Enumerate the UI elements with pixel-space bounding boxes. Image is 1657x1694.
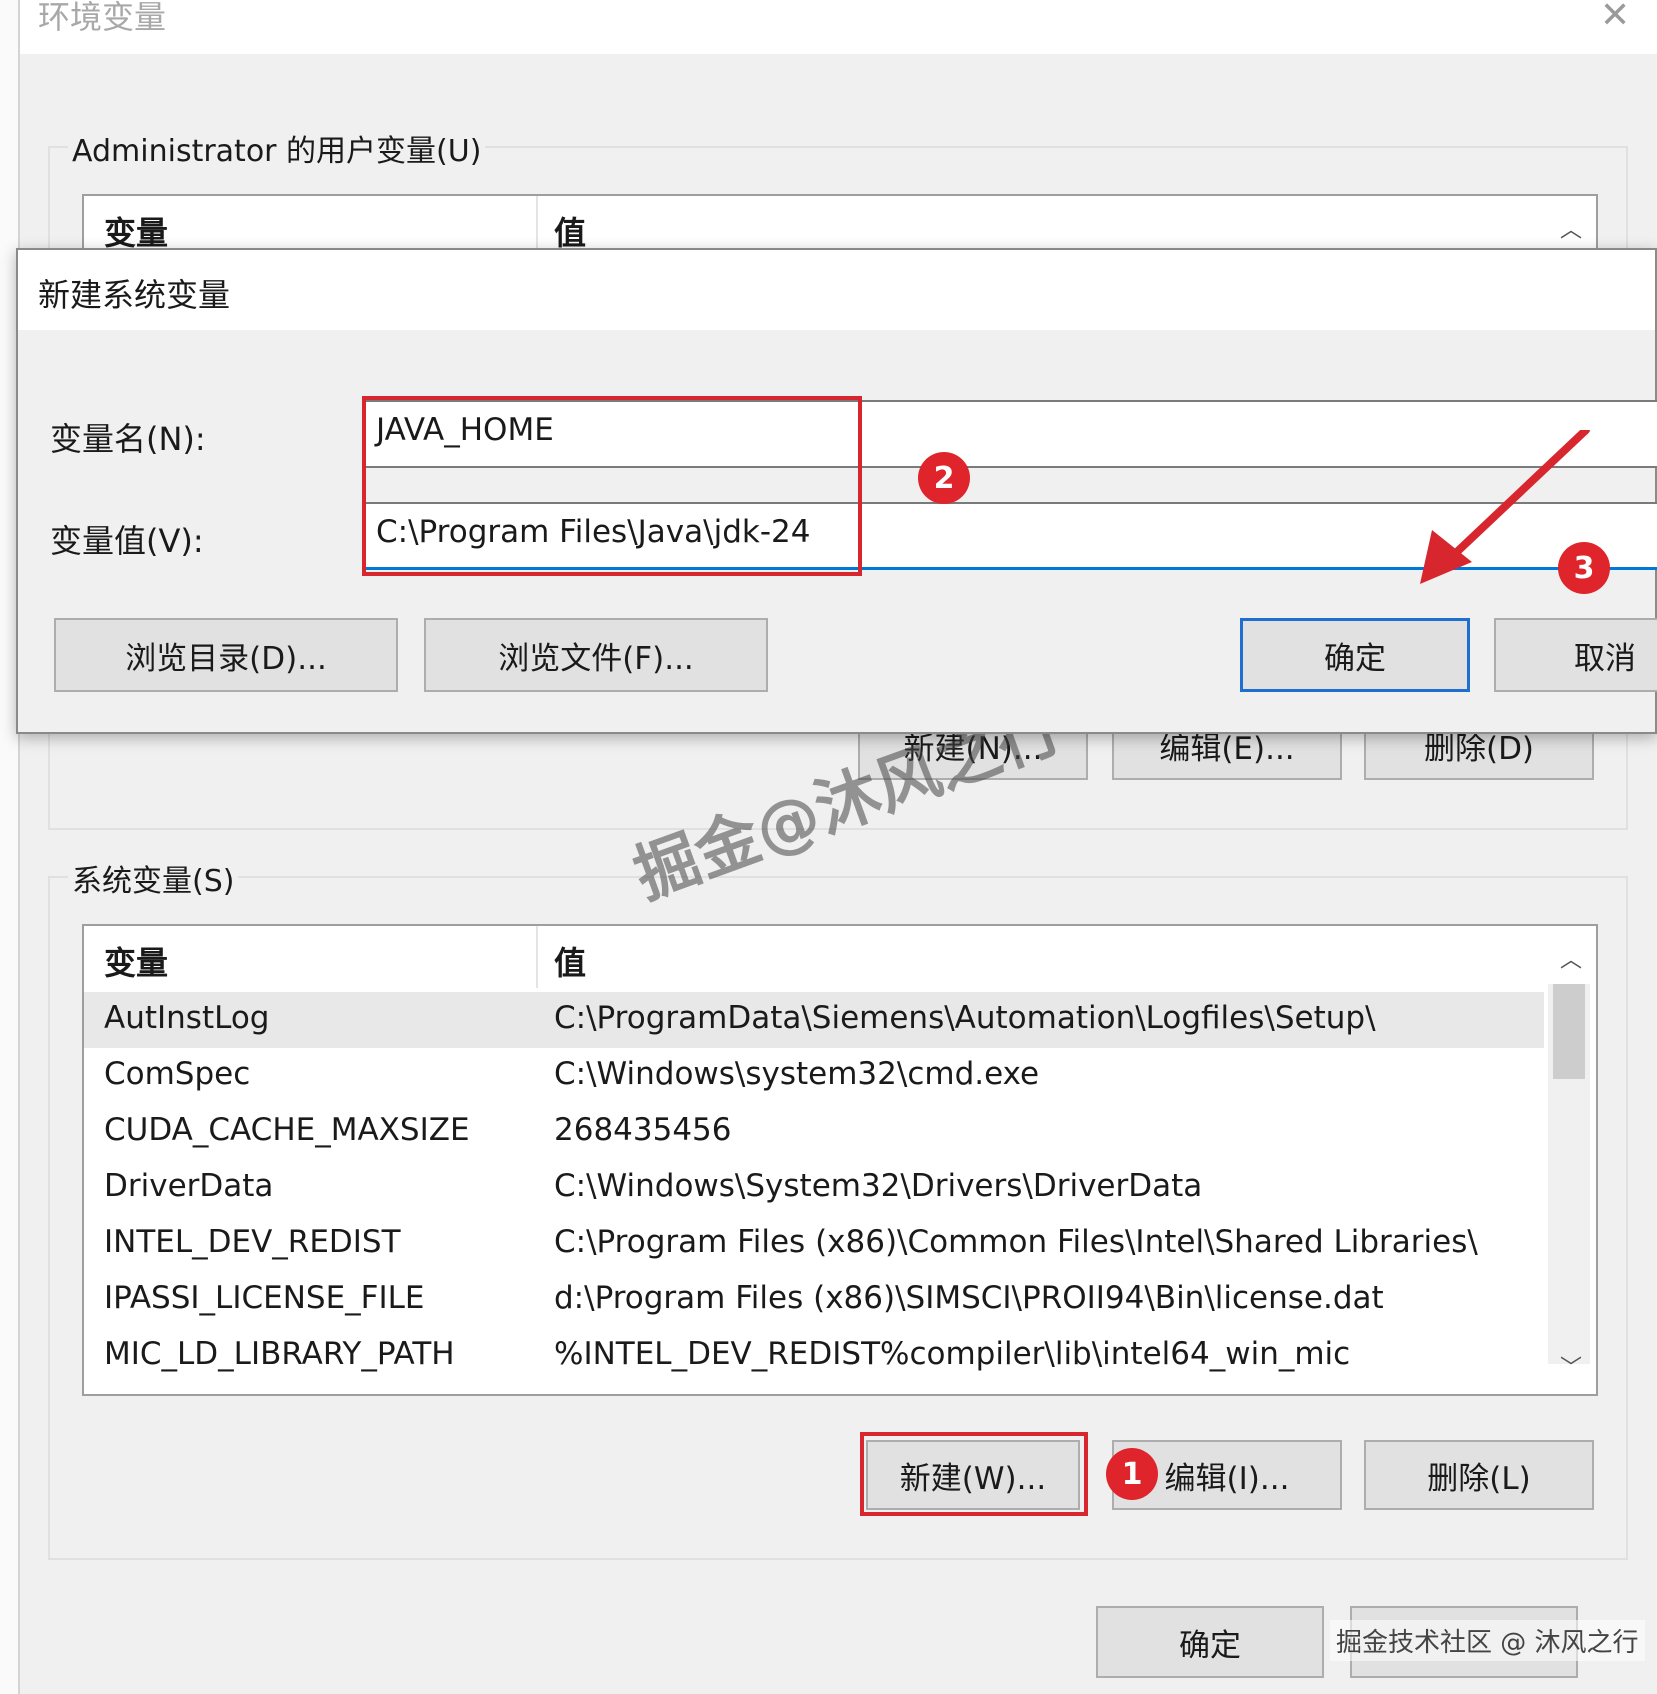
- close-icon[interactable]: ✕: [1600, 0, 1630, 34]
- step-badge-2: 2: [918, 452, 970, 504]
- step-badge-1: 1: [1106, 1448, 1158, 1500]
- table-row[interactable]: ComSpec C:\Windows\system32\cmd.exe: [84, 1048, 1544, 1104]
- highlight-box-new-button: [860, 1432, 1088, 1516]
- window-titlebar: [20, 0, 1657, 54]
- variable-value-label: 变量值(V):: [50, 522, 204, 560]
- browse-directory-button[interactable]: 浏览目录(D)...: [54, 618, 398, 692]
- system-variables-header: 变量 值: [84, 926, 1544, 988]
- step-badge-3: 3: [1558, 542, 1610, 594]
- user-variables-label: Administrator 的用户变量(U): [68, 126, 486, 170]
- browse-file-button[interactable]: 浏览文件(F)...: [424, 618, 768, 692]
- system-variables-label: 系统变量(S): [68, 856, 239, 900]
- scroll-up-icon[interactable]: ︿: [1560, 212, 1582, 244]
- variable-name-label: 变量名(N):: [50, 420, 206, 458]
- system-delete-button[interactable]: 删除(L): [1364, 1440, 1594, 1510]
- system-variables-list[interactable]: 变量 值 AutInstLog C:\ProgramData\Siemens\A…: [82, 924, 1598, 1396]
- new-system-variable-dialog: 新建系统变量 变量名(N): JAVA_HOME 变量值(V): C:\Prog…: [16, 248, 1657, 734]
- dialog-title: 新建系统变量: [38, 276, 231, 314]
- dialog-ok-button[interactable]: 确定: [1240, 618, 1470, 692]
- window-title: 环境变量: [38, 0, 167, 36]
- highlight-box-inputs: [362, 396, 862, 576]
- scroll-down-icon[interactable]: ﹀: [1560, 1350, 1582, 1382]
- table-row[interactable]: MIC_LD_LIBRARY_PATH %INTEL_DEV_REDIST%co…: [84, 1328, 1544, 1384]
- dialog-cancel-button[interactable]: 取消: [1494, 618, 1657, 692]
- table-row[interactable]: DriverData C:\Windows\System32\Drivers\D…: [84, 1160, 1544, 1216]
- column-header-value[interactable]: 值: [554, 938, 586, 984]
- dialog-titlebar: 新建系统变量: [18, 250, 1655, 330]
- table-row[interactable]: AutInstLog C:\ProgramData\Siemens\Automa…: [84, 992, 1544, 1048]
- table-row[interactable]: IPASSI_LICENSE_FILE d:\Program Files (x8…: [84, 1272, 1544, 1328]
- corner-watermark: 掘金技术社区 @ 沐风之行: [1330, 1620, 1645, 1661]
- scrollbar-thumb[interactable]: [1553, 984, 1585, 1079]
- table-row[interactable]: INTEL_DEV_REDIST C:\Program Files (x86)\…: [84, 1216, 1544, 1272]
- column-header-variable[interactable]: 变量: [104, 938, 168, 984]
- footer-ok-button[interactable]: 确定: [1096, 1606, 1324, 1678]
- table-row[interactable]: CUDA_CACHE_MAXSIZE 268435456: [84, 1104, 1544, 1160]
- scroll-up-icon[interactable]: ︿: [1560, 942, 1582, 974]
